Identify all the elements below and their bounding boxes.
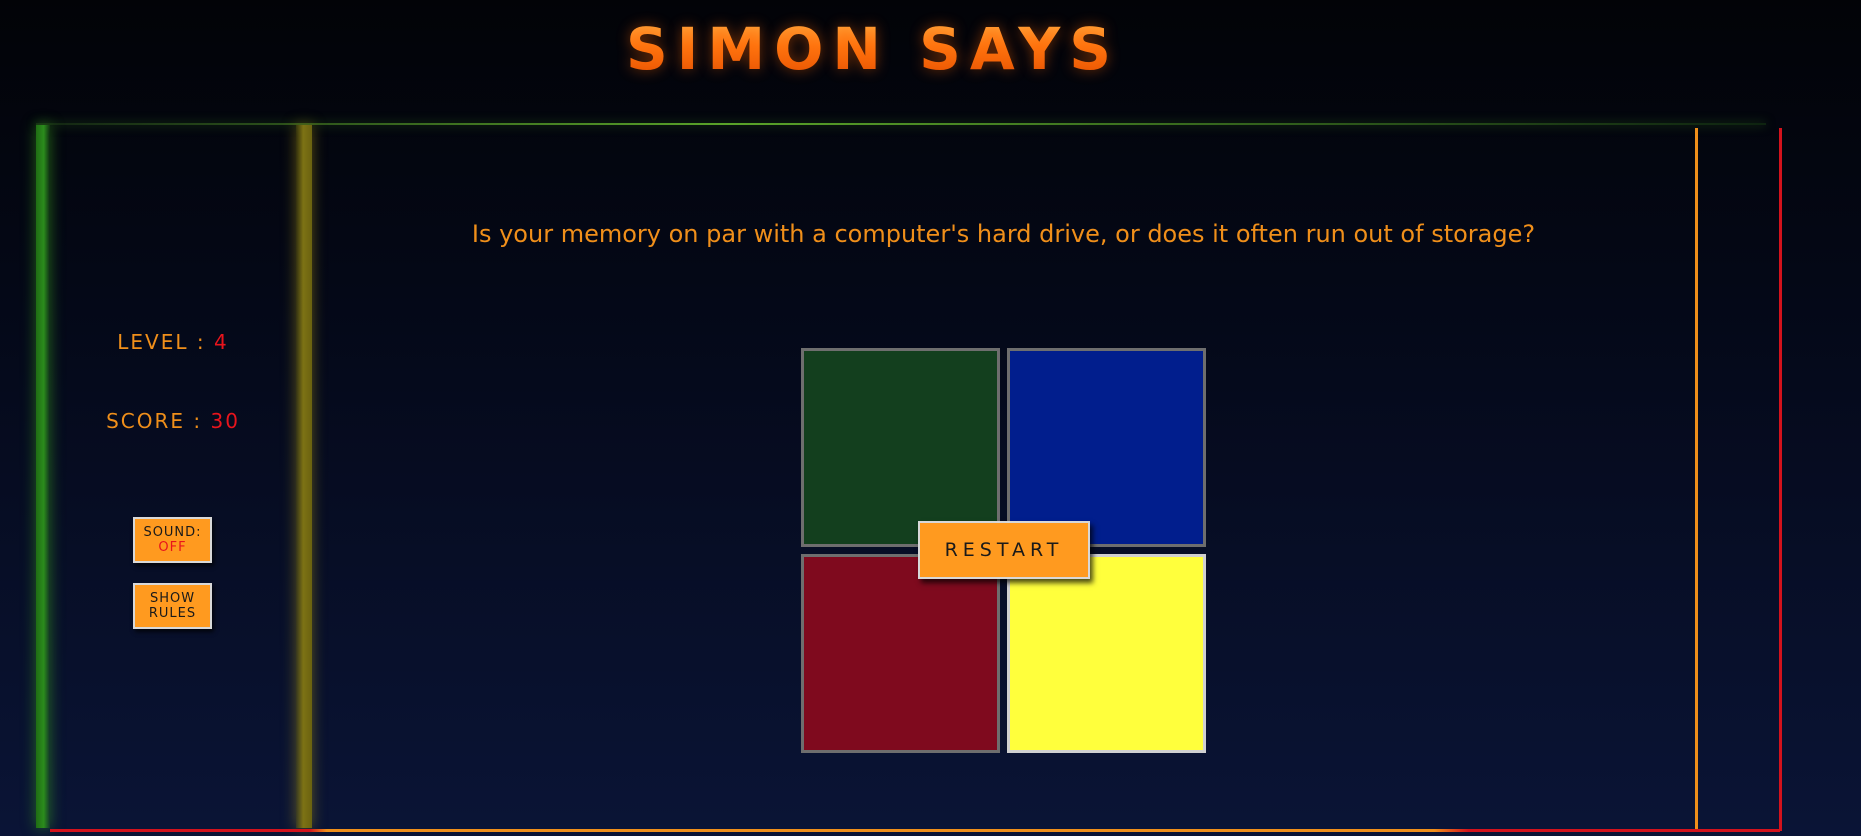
- red-pad[interactable]: [801, 554, 1000, 753]
- sound-toggle-button[interactable]: SOUND: OFF: [133, 517, 212, 563]
- sound-label: SOUND:: [143, 525, 202, 540]
- game-title: SIMON SAYS: [626, 15, 1120, 83]
- restart-button[interactable]: RESTART: [918, 521, 1090, 579]
- score-display: SCORE : 30: [50, 409, 296, 433]
- frame-left-border: [36, 125, 50, 828]
- sidebar-divider: [296, 125, 312, 828]
- rules-label-line1: SHOW: [149, 591, 196, 606]
- green-pad[interactable]: [801, 348, 1000, 547]
- stats-sidebar: LEVEL : 4 SCORE : 30 SOUND: OFF SHOW RUL…: [50, 125, 296, 828]
- level-display: LEVEL : 4: [50, 330, 296, 354]
- yellow-pad[interactable]: [1007, 554, 1206, 753]
- question-text: Is your memory on par with a computer's …: [471, 220, 1536, 248]
- blue-pad[interactable]: [1007, 348, 1206, 547]
- show-rules-button[interactable]: SHOW RULES: [133, 583, 212, 629]
- frame-right-inner-border: [1695, 128, 1698, 831]
- level-label: LEVEL :: [117, 330, 214, 354]
- frame-right-outer-border: [1779, 128, 1782, 831]
- sound-state: OFF: [158, 540, 187, 555]
- rules-label-line2: RULES: [148, 606, 197, 621]
- score-label: SCORE :: [106, 409, 211, 433]
- score-value: 30: [210, 409, 240, 433]
- frame-bottom-border: [50, 829, 1780, 832]
- level-value: 4: [213, 330, 229, 354]
